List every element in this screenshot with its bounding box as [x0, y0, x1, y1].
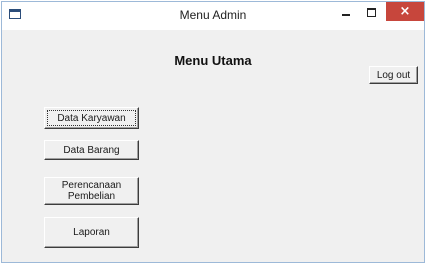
logout-button[interactable]: Log out [369, 66, 418, 84]
close-icon[interactable]: × [386, 2, 424, 21]
title-bar[interactable]: Menu Admin × [2, 2, 424, 30]
data-barang-button[interactable]: Data Barang [44, 140, 139, 160]
client-area: Menu Utama Log out Data Karyawan Data Ba… [2, 30, 424, 262]
page-title: Menu Utama [174, 53, 252, 68]
data-karyawan-button[interactable]: Data Karyawan [44, 107, 139, 129]
minimize-icon[interactable] [333, 5, 359, 21]
maximize-icon[interactable] [359, 5, 385, 21]
perencanaan-pembelian-button[interactable]: Perencanaan Pembelian [44, 177, 139, 205]
laporan-button[interactable]: Laporan [44, 217, 139, 248]
admin-window: Menu Admin × Menu Utama Log out Data Kar… [1, 1, 425, 263]
